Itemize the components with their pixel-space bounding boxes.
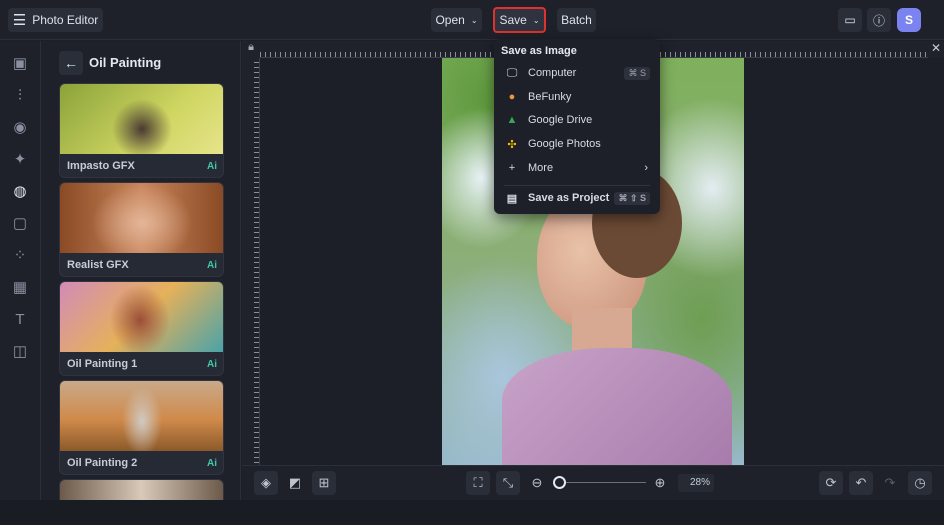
help-icon: ⓘ: [872, 13, 885, 28]
menu-item-label: Save as Project: [528, 192, 610, 204]
effect-card[interactable]: Impasto GFX Ai: [59, 83, 224, 178]
zoom-slider[interactable]: [552, 476, 646, 489]
menu-item-google-drive[interactable]: ▲ Google Drive: [504, 109, 650, 131]
comment-icon: ▭: [844, 13, 856, 27]
batch-label: Batch: [561, 13, 592, 27]
save-label: Save: [499, 13, 527, 27]
google-photos-icon: ✣: [507, 138, 517, 151]
effect-card[interactable]: Oil Painting 1 Ai: [59, 281, 224, 376]
menu-item-google-photos[interactable]: ✣ Google Photos: [504, 133, 650, 155]
ai-badge: Ai: [207, 260, 217, 271]
redo-icon[interactable]: ↷: [878, 471, 902, 495]
top-bar: ☰ Photo Editor Open ⌄ Save ⌄ Batch ▭ ⓘ S: [0, 0, 944, 40]
effect-thumbnail: [60, 282, 223, 352]
avatar-initial: S: [904, 13, 913, 27]
befunky-logo-icon: ●: [508, 91, 516, 103]
zoom-value[interactable]: 28%: [678, 474, 714, 492]
sparkle-effects-icon[interactable]: ✦: [11, 151, 29, 169]
avatar[interactable]: S: [897, 8, 921, 32]
zoom-out-icon[interactable]: ⊖: [525, 471, 549, 495]
app-title: Photo Editor: [32, 13, 99, 27]
help-button[interactable]: ⓘ: [867, 8, 891, 32]
plus-icon: +: [508, 162, 516, 174]
menu-item-label: More: [528, 162, 554, 174]
google-drive-icon: ▲: [506, 114, 518, 126]
text-icon[interactable]: T: [11, 311, 29, 329]
effect-card[interactable]: Realist GFX Ai: [59, 182, 224, 277]
close-rulers-icon[interactable]: ✕: [928, 41, 944, 58]
chevron-down-icon: ⌄: [532, 15, 540, 25]
menu-item-label: Computer: [528, 67, 577, 79]
menu-item-label: BeFunky: [528, 91, 572, 103]
eye-icon[interactable]: ◉: [11, 119, 29, 137]
lock-icon[interactable]: 🔒︎: [242, 41, 260, 58]
open-button[interactable]: Open ⌄: [431, 8, 482, 32]
effect-thumbnail: [60, 381, 223, 451]
image-icon[interactable]: ▣: [11, 55, 29, 73]
comments-button[interactable]: ▭: [838, 8, 862, 32]
effect-thumbnail: [60, 183, 223, 253]
effect-label: Oil Painting 2: [67, 457, 138, 469]
effect-thumbnail: [60, 84, 223, 154]
rotate-icon[interactable]: ⟳: [819, 471, 843, 495]
open-label: Open: [435, 13, 465, 27]
effect-label: Realist GFX: [67, 259, 129, 271]
menu-item-label: Google Drive: [528, 114, 593, 126]
chevron-down-icon: ⌄: [470, 15, 478, 25]
shortcut: ⌘ S: [624, 66, 650, 80]
menu-item-computer[interactable]: 🖵︎ Computer ⌘ S: [504, 62, 650, 84]
panel-title: Oil Painting: [89, 55, 162, 70]
zoom-in-icon[interactable]: ⊕: [648, 471, 672, 495]
history-icon[interactable]: ◷: [908, 471, 932, 495]
undo-icon[interactable]: ↶: [849, 471, 873, 495]
compare-icon[interactable]: ◩: [283, 471, 307, 495]
graphics-icon[interactable]: ⁘: [11, 247, 29, 265]
texture-icon[interactable]: ▦: [11, 279, 29, 297]
bottom-toolbar: ◈ ◩ ⊞ ⛶ ⤡ ⊖ ⊕ 28% ⟳ ↶ ↷ ◷: [242, 465, 944, 500]
save-button[interactable]: Save ⌄: [493, 7, 546, 33]
ai-badge: Ai: [207, 161, 217, 172]
ai-badge: Ai: [207, 458, 217, 469]
fit-screen-icon[interactable]: ⛶: [466, 471, 490, 495]
batch-button[interactable]: Batch: [557, 8, 596, 32]
palette-icon[interactable]: ◍: [11, 183, 29, 201]
shortcut: ⌘ ⇧ S: [614, 191, 650, 205]
frame-icon[interactable]: ▢: [11, 215, 29, 233]
effect-card[interactable]: Oil Painting 2 Ai: [59, 380, 224, 475]
hamburger-icon: ☰: [12, 12, 27, 29]
divider: [504, 185, 650, 186]
menu-item-more[interactable]: + More ›: [504, 157, 650, 179]
left-ruler: [242, 58, 260, 465]
adjust-sliders-icon[interactable]: ⫶: [11, 87, 29, 105]
effect-card[interactable]: [59, 479, 224, 500]
status-bar: [0, 500, 944, 525]
menu-item-save-project[interactable]: ▤ Save as Project ⌘ ⇧ S: [504, 187, 650, 209]
chevron-right-icon: ›: [644, 162, 648, 174]
actual-size-icon[interactable]: ⤡: [496, 471, 520, 495]
menu-header: Save as Image: [501, 45, 577, 57]
monitor-icon: 🖵︎: [506, 66, 518, 79]
ai-badge: Ai: [207, 359, 217, 370]
effect-label: Impasto GFX: [67, 160, 135, 172]
briefcase-icon: ▤: [506, 192, 518, 205]
effect-label: Oil Painting 1: [67, 358, 138, 370]
back-button[interactable]: ←: [59, 51, 83, 75]
save-dropdown-menu: Save as Image 🖵︎ Computer ⌘ S ● BeFunky ▲ Go…: [494, 39, 660, 214]
zoom-slider-handle[interactable]: [552, 476, 566, 489]
menu-item-label: Google Photos: [528, 138, 601, 150]
grid-icon[interactable]: ⊞: [312, 471, 336, 495]
layers-icon[interactable]: ◈: [254, 471, 278, 495]
menu-item-befunky[interactable]: ● BeFunky: [504, 86, 650, 108]
app-menu-button[interactable]: ☰ Photo Editor: [8, 8, 103, 32]
overlay-icon[interactable]: ◫: [11, 343, 29, 361]
tool-rail: ▣ ⫶ ◉ ✦ ◍ ▢ ⁘ ▦ T ◫: [0, 41, 41, 500]
effects-panel: ← Oil Painting Impasto GFX Ai Realist GFX…: [41, 41, 241, 500]
arrow-left-icon: ←: [64, 55, 78, 71]
